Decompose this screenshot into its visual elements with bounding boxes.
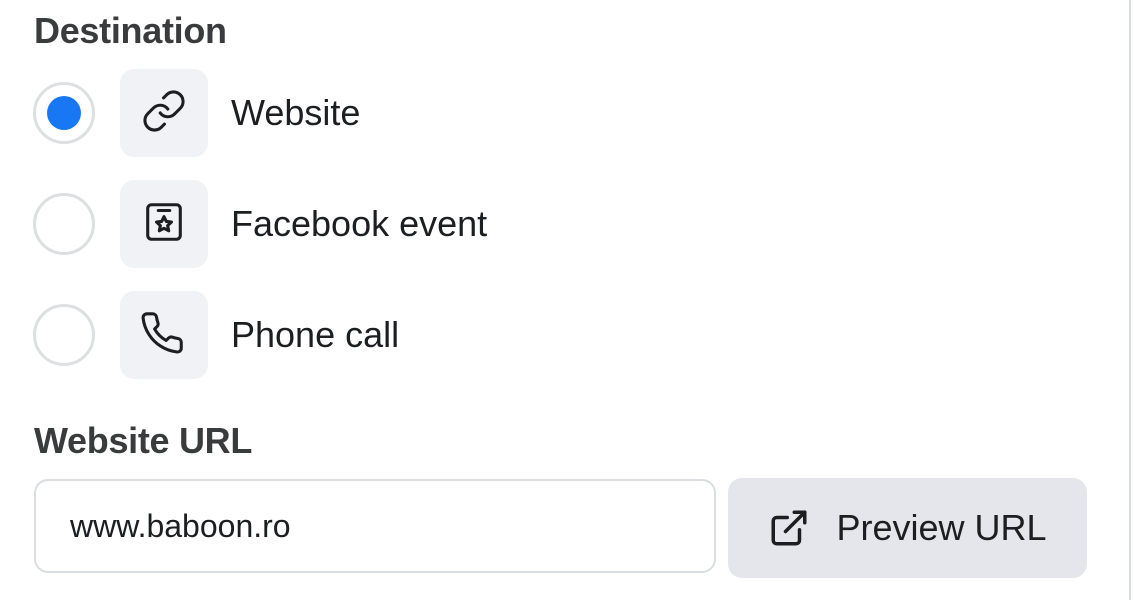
destination-settings-panel: Destination Website Facebook event Phone…	[0, 0, 1134, 600]
phone-call-radio[interactable]	[33, 304, 95, 366]
preview-url-label: Preview URL	[836, 507, 1047, 548]
phone-call-icon-tile	[120, 291, 208, 379]
panel-divider	[1129, 0, 1131, 600]
website-icon-tile	[120, 69, 208, 157]
destination-option-website[interactable]: Website	[33, 69, 733, 157]
website-option-label: Website	[231, 92, 361, 133]
destination-title: Destination	[34, 10, 227, 51]
external-link-icon	[768, 507, 810, 549]
website-radio[interactable]	[33, 82, 95, 144]
link-icon	[141, 88, 187, 139]
preview-url-button[interactable]: Preview URL	[728, 478, 1087, 578]
destination-option-facebook-event[interactable]: Facebook event	[33, 180, 733, 268]
website-url-title: Website URL	[34, 420, 253, 461]
facebook-event-option-label: Facebook event	[231, 203, 488, 244]
website-url-input[interactable]	[34, 479, 716, 573]
event-star-icon	[141, 199, 187, 250]
phone-icon	[141, 310, 187, 361]
phone-call-option-label: Phone call	[231, 314, 400, 355]
facebook-event-radio[interactable]	[33, 193, 95, 255]
facebook-event-icon-tile	[120, 180, 208, 268]
destination-option-phone-call[interactable]: Phone call	[33, 291, 733, 379]
radio-selected-dot	[47, 96, 81, 130]
